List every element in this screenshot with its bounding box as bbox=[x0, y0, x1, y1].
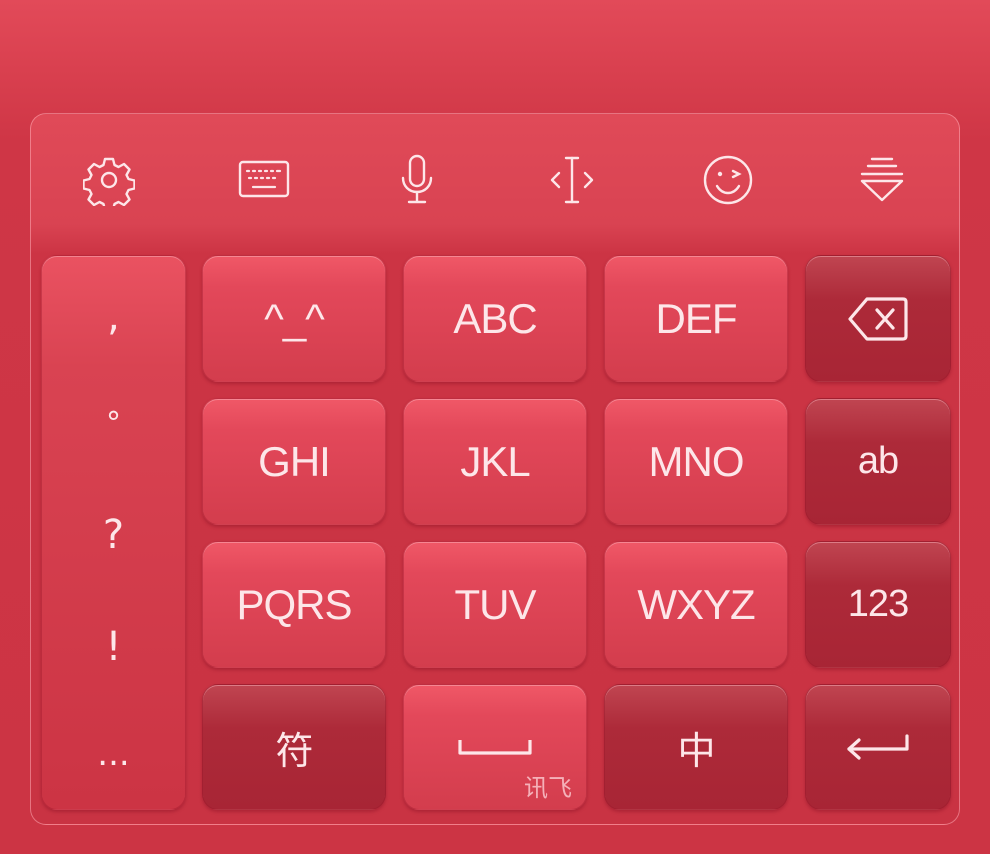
punct-comma-key[interactable]: , bbox=[42, 294, 185, 340]
def-key-label: DEF bbox=[655, 294, 738, 342]
emoji-wink-icon[interactable] bbox=[700, 152, 756, 208]
tuv-key[interactable]: TUV bbox=[403, 541, 587, 668]
pqrs-key-label: PQRS bbox=[236, 580, 352, 628]
backspace-icon bbox=[848, 296, 908, 341]
punct-question-key[interactable]: ? bbox=[42, 512, 185, 558]
emoticon-key[interactable]: ^_^ bbox=[202, 255, 386, 382]
symbol-key[interactable]: 符 bbox=[202, 684, 386, 810]
punct-period-key[interactable]: ° bbox=[42, 406, 185, 441]
keyboard-panel: , ° ? ! ... ^_^ ABC DEF GHI JKL MNO ab P… bbox=[30, 113, 960, 825]
ghi-key-label: GHI bbox=[258, 437, 331, 485]
wxyz-key-label: WXYZ bbox=[637, 580, 755, 628]
english-mode-key-label: ab bbox=[857, 440, 899, 482]
jkl-key[interactable]: JKL bbox=[403, 398, 587, 525]
emoticon-key-label: ^_^ bbox=[264, 294, 325, 342]
abc-key[interactable]: ABC bbox=[403, 255, 587, 382]
enter-icon bbox=[847, 734, 909, 760]
number-mode-key-label: 123 bbox=[847, 583, 909, 625]
punct-exclamation-key[interactable]: ! bbox=[42, 624, 185, 670]
abc-key-label: ABC bbox=[453, 294, 537, 342]
wxyz-key[interactable]: WXYZ bbox=[604, 541, 788, 668]
mno-key-label: MNO bbox=[648, 437, 745, 485]
space-key[interactable]: 讯飞 bbox=[403, 684, 587, 810]
pqrs-key[interactable]: PQRS bbox=[202, 541, 386, 668]
space-key-brand: 讯飞 bbox=[524, 774, 572, 802]
jkl-key-label: JKL bbox=[460, 437, 530, 485]
english-mode-key[interactable]: ab bbox=[805, 398, 951, 525]
keyboard-icon[interactable] bbox=[236, 152, 292, 208]
gear-icon[interactable] bbox=[81, 152, 137, 208]
chinese-mode-key-label: 中 bbox=[677, 728, 715, 773]
punct-ellipsis-key[interactable]: ... bbox=[42, 734, 185, 774]
def-key[interactable]: DEF bbox=[604, 255, 788, 382]
number-mode-key[interactable]: 123 bbox=[805, 541, 951, 668]
symbol-key-label: 符 bbox=[275, 728, 313, 773]
mno-key[interactable]: MNO bbox=[604, 398, 788, 525]
microphone-icon[interactable] bbox=[389, 152, 445, 208]
keyboard-toolbar bbox=[31, 114, 959, 244]
text-cursor-icon[interactable] bbox=[544, 152, 600, 208]
ghi-key[interactable]: GHI bbox=[202, 398, 386, 525]
chinese-mode-key[interactable]: 中 bbox=[604, 684, 788, 810]
enter-key[interactable] bbox=[805, 684, 951, 810]
collapse-keyboard-icon[interactable] bbox=[854, 152, 910, 208]
backspace-key[interactable] bbox=[805, 255, 951, 382]
space-bar-icon bbox=[458, 740, 532, 755]
tuv-key-label: TUV bbox=[454, 580, 537, 628]
punctuation-column[interactable]: , ° ? ! ... bbox=[41, 255, 186, 810]
